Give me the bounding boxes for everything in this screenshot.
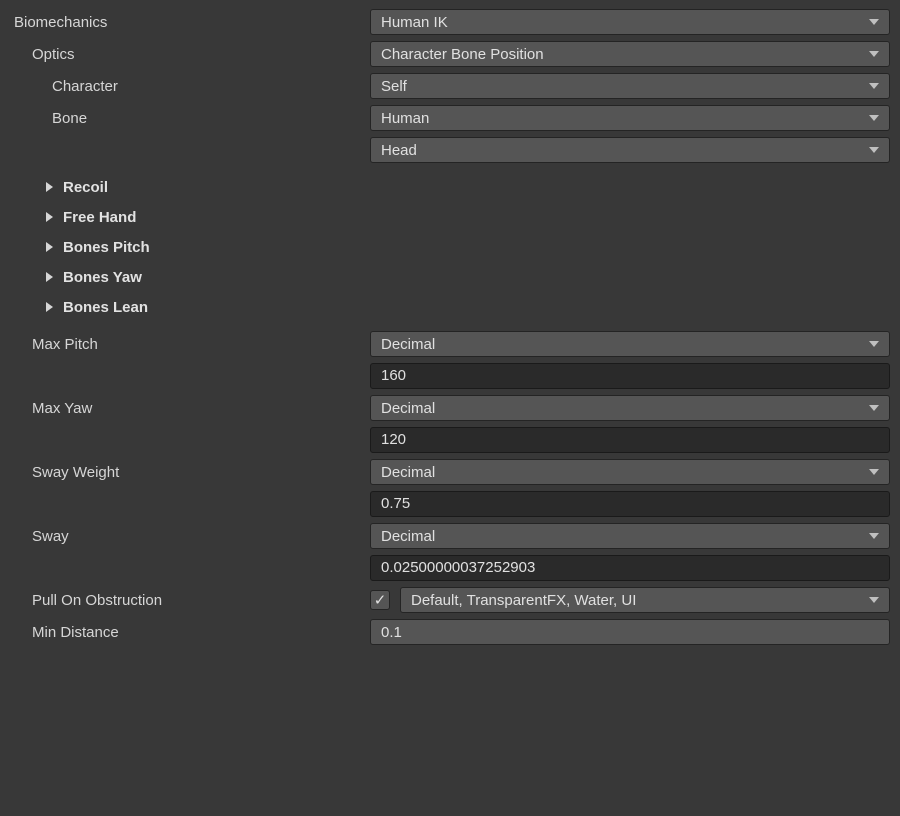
bone-part-value: Head <box>381 142 417 159</box>
optics-row: Optics Character Bone Position <box>0 38 900 70</box>
bone-part-row: Head <box>0 134 900 166</box>
max-pitch-value: 160 <box>381 367 406 384</box>
caret-right-icon <box>46 302 53 312</box>
character-label: Character <box>52 78 118 95</box>
max-yaw-type: Decimal <box>381 400 435 417</box>
optics-dropdown[interactable]: Character Bone Position <box>370 41 890 67</box>
foldout-bones-yaw[interactable]: Bones Yaw <box>0 262 900 292</box>
foldout-label: Bones Pitch <box>63 239 150 256</box>
foldout-bones-pitch[interactable]: Bones Pitch <box>0 232 900 262</box>
chevron-down-icon <box>869 405 879 411</box>
chevron-down-icon <box>869 51 879 57</box>
bone-row: Bone Human <box>0 102 900 134</box>
sway-weight-label: Sway Weight <box>32 464 119 481</box>
max-pitch-type-dropdown[interactable]: Decimal <box>370 331 890 357</box>
chevron-down-icon <box>869 469 879 475</box>
foldout-free-hand[interactable]: Free Hand <box>0 202 900 232</box>
max-yaw-value-row: 120 <box>0 426 900 456</box>
max-pitch-input[interactable]: 160 <box>370 363 890 389</box>
sway-weight-type-dropdown[interactable]: Decimal <box>370 459 890 485</box>
max-pitch-label: Max Pitch <box>32 336 98 353</box>
sway-input[interactable]: 0.02500000037252903 <box>370 555 890 581</box>
sway-type-dropdown[interactable]: Decimal <box>370 523 890 549</box>
min-distance-label: Min Distance <box>32 624 119 641</box>
max-yaw-label: Max Yaw <box>32 400 92 417</box>
chevron-down-icon <box>869 597 879 603</box>
max-yaw-input[interactable]: 120 <box>370 427 890 453</box>
sway-weight-value-row: 0.75 <box>0 490 900 520</box>
sway-label: Sway <box>32 528 69 545</box>
pull-on-obstruction-dropdown[interactable]: Default, TransparentFX, Water, UI <box>400 587 890 613</box>
pull-on-obstruction-row: Pull On Obstruction ✓ Default, Transpare… <box>0 584 900 616</box>
biomechanics-row: Biomechanics Human IK <box>0 6 900 38</box>
check-icon: ✓ <box>374 593 387 608</box>
bone-label: Bone <box>52 110 87 127</box>
chevron-down-icon <box>869 533 879 539</box>
chevron-down-icon <box>869 115 879 121</box>
sway-weight-value: 0.75 <box>381 495 410 512</box>
chevron-down-icon <box>869 83 879 89</box>
foldout-label: Bones Yaw <box>63 269 142 286</box>
character-row: Character Self <box>0 70 900 102</box>
min-distance-value: 0.1 <box>381 624 402 641</box>
chevron-down-icon <box>869 19 879 25</box>
caret-right-icon <box>46 212 53 222</box>
max-pitch-row: Max Pitch Decimal <box>0 328 900 360</box>
max-yaw-value: 120 <box>381 431 406 448</box>
bone-type-dropdown[interactable]: Human <box>370 105 890 131</box>
caret-right-icon <box>46 272 53 282</box>
biomechanics-dropdown[interactable]: Human IK <box>370 9 890 35</box>
sway-value-row: 0.02500000037252903 <box>0 554 900 584</box>
foldout-label: Bones Lean <box>63 299 148 316</box>
max-pitch-value-row: 160 <box>0 362 900 392</box>
sway-weight-type: Decimal <box>381 464 435 481</box>
foldout-label: Free Hand <box>63 209 136 226</box>
pull-on-obstruction-value: Default, TransparentFX, Water, UI <box>411 592 636 609</box>
chevron-down-icon <box>869 147 879 153</box>
max-pitch-type: Decimal <box>381 336 435 353</box>
sway-weight-input[interactable]: 0.75 <box>370 491 890 517</box>
sway-value: 0.02500000037252903 <box>381 559 535 576</box>
foldout-label: Recoil <box>63 179 108 196</box>
sway-type: Decimal <box>381 528 435 545</box>
pull-on-obstruction-checkbox[interactable]: ✓ <box>370 590 390 610</box>
biomechanics-value: Human IK <box>381 14 448 31</box>
min-distance-input[interactable]: 0.1 <box>370 619 890 645</box>
optics-value: Character Bone Position <box>381 46 544 63</box>
sway-weight-row: Sway Weight Decimal <box>0 456 900 488</box>
max-yaw-type-dropdown[interactable]: Decimal <box>370 395 890 421</box>
sway-row: Sway Decimal <box>0 520 900 552</box>
max-yaw-row: Max Yaw Decimal <box>0 392 900 424</box>
character-dropdown[interactable]: Self <box>370 73 890 99</box>
optics-label: Optics <box>32 46 75 63</box>
character-value: Self <box>381 78 407 95</box>
biomechanics-label: Biomechanics <box>14 14 107 31</box>
foldout-bones-lean[interactable]: Bones Lean <box>0 292 900 322</box>
foldout-recoil[interactable]: Recoil <box>0 172 900 202</box>
pull-on-obstruction-label: Pull On Obstruction <box>32 592 162 609</box>
bone-part-dropdown[interactable]: Head <box>370 137 890 163</box>
bone-type-value: Human <box>381 110 429 127</box>
caret-right-icon <box>46 182 53 192</box>
min-distance-row: Min Distance 0.1 <box>0 616 900 648</box>
chevron-down-icon <box>869 341 879 347</box>
caret-right-icon <box>46 242 53 252</box>
